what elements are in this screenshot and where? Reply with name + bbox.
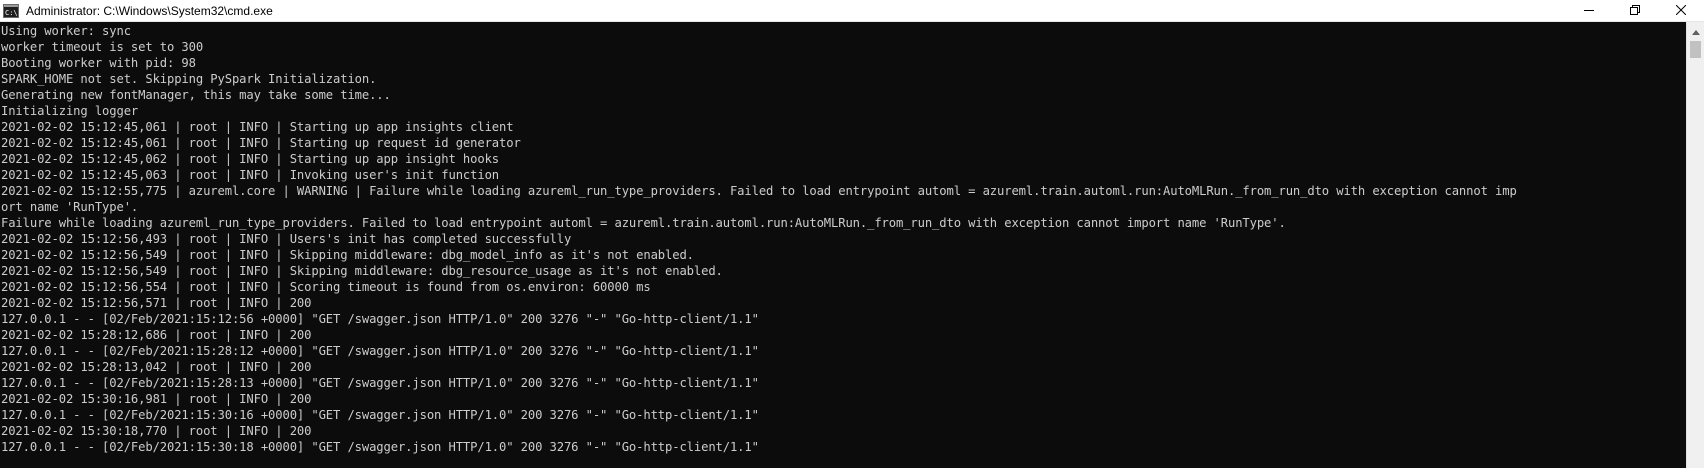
minimize-button[interactable] (1566, 0, 1612, 22)
scroll-up-arrow-icon (1691, 22, 1700, 40)
console-lines: Using worker: sync worker timeout is set … (0, 22, 1686, 455)
console-line: Failure while loading azureml_run_type_p… (1, 216, 1286, 230)
scroll-up-button[interactable] (1687, 22, 1704, 39)
console-line: 2021-02-02 15:30:16,981 | root | INFO | … (1, 392, 312, 406)
console-line: 2021-02-02 15:28:12,686 | root | INFO | … (1, 328, 312, 342)
maximize-button[interactable] (1612, 0, 1658, 22)
close-button[interactable] (1658, 0, 1704, 22)
console-line: Using worker: sync (1, 24, 131, 38)
cmd-window: C:\ Administrator: C:\Windows\System32\c… (0, 0, 1704, 468)
console-line: 2021-02-02 15:28:13,042 | root | INFO | … (1, 360, 312, 374)
console-line: 127.0.0.1 - - [02/Feb/2021:15:30:16 +000… (1, 408, 759, 422)
console-line: 2021-02-02 15:12:45,061 | root | INFO | … (1, 120, 514, 134)
console-line: 2021-02-02 15:12:56,554 | root | INFO | … (1, 280, 651, 294)
console-line: 127.0.0.1 - - [02/Feb/2021:15:30:18 +000… (1, 440, 759, 454)
console-line: worker timeout is set to 300 (1, 40, 204, 54)
console-line: 2021-02-02 15:12:56,571 | root | INFO | … (1, 296, 312, 310)
console-line: 2021-02-02 15:12:45,063 | root | INFO | … (1, 168, 500, 182)
scroll-thumb[interactable] (1690, 41, 1701, 58)
console-output[interactable]: Using worker: sync worker timeout is set … (0, 22, 1686, 468)
minimize-icon (1584, 2, 1594, 20)
console-line: 2021-02-02 15:30:18,770 | root | INFO | … (1, 424, 312, 438)
console-line: 2021-02-02 15:12:55,775 | azureml.core |… (1, 184, 1517, 198)
console-line: 2021-02-02 15:12:56,493 | root | INFO | … (1, 232, 572, 246)
title-bar[interactable]: C:\ Administrator: C:\Windows\System32\c… (0, 0, 1704, 22)
window-controls (1566, 0, 1704, 22)
console-line: 2021-02-02 15:12:56,549 | root | INFO | … (1, 248, 694, 262)
cmd-icon: C:\ (3, 3, 19, 19)
console-line: 127.0.0.1 - - [02/Feb/2021:15:12:56 +000… (1, 312, 759, 326)
console-line: SPARK_HOME not set. Skipping PySpark Ini… (1, 72, 377, 86)
console-line: Generating new fontManager, this may tak… (1, 88, 391, 102)
console-line: 2021-02-02 15:12:56,549 | root | INFO | … (1, 264, 723, 278)
console-line: 2021-02-02 15:12:45,061 | root | INFO | … (1, 136, 521, 150)
close-icon (1675, 2, 1687, 20)
console-line: 127.0.0.1 - - [02/Feb/2021:15:28:13 +000… (1, 376, 759, 390)
vertical-scrollbar[interactable] (1686, 22, 1704, 468)
console-line: 127.0.0.1 - - [02/Feb/2021:15:28:12 +000… (1, 344, 759, 358)
console-line: Initializing logger (1, 104, 139, 118)
svg-text:C:\: C:\ (5, 9, 18, 17)
window-title: Administrator: C:\Windows\System32\cmd.e… (26, 3, 273, 18)
console-line: 2021-02-02 15:12:45,062 | root | INFO | … (1, 152, 500, 166)
restore-icon (1630, 2, 1640, 20)
console-line: ort name 'RunType'. (1, 200, 139, 214)
console-line: Booting worker with pid: 98 (1, 56, 196, 70)
